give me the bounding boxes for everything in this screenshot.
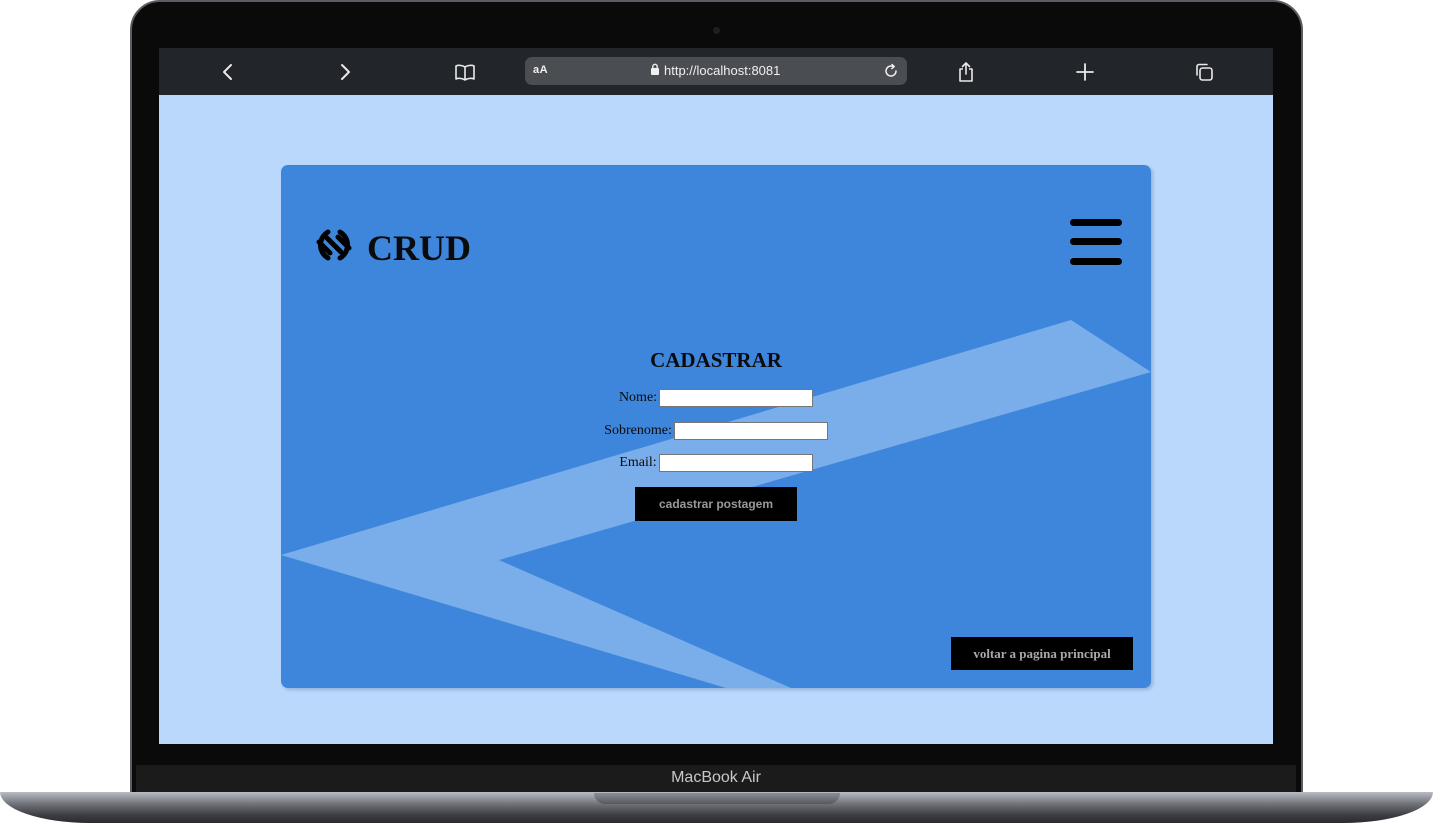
device-label: MacBook Air [671, 769, 761, 786]
browser-toolbar: aA http://localhost:8081 [159, 48, 1273, 95]
main-card: CRUD CADASTRAR Nome: Sobrenome: Email: c… [281, 165, 1151, 688]
logo[interactable]: CRUD [311, 222, 471, 273]
sobrenome-row: Sobrenome: [281, 422, 1151, 440]
laptop-notch [594, 793, 840, 804]
nome-input[interactable] [659, 389, 814, 407]
voltar-pagina-principal-button[interactable]: voltar a pagina principal [951, 637, 1133, 670]
url-text: http://localhost:8081 [664, 63, 781, 78]
nome-row: Nome: [281, 389, 1151, 407]
cadastrar-postagem-button[interactable]: cadastrar postagem [635, 487, 797, 521]
menu-icon[interactable] [1068, 217, 1124, 267]
new-tab-icon[interactable] [1073, 60, 1097, 84]
address-bar[interactable]: aA http://localhost:8081 [525, 57, 907, 85]
sobrenome-input[interactable] [673, 422, 828, 440]
share-icon[interactable] [954, 60, 978, 84]
laptop-chin: MacBook Air [136, 765, 1296, 795]
email-input[interactable] [658, 454, 813, 472]
sobrenome-label: Sobrenome: [604, 423, 672, 438]
lock-icon [650, 63, 660, 78]
text-size-button[interactable]: aA [533, 64, 548, 76]
back-icon[interactable] [216, 60, 240, 84]
camera [713, 27, 720, 34]
bookmarks-icon[interactable] [453, 60, 477, 84]
form-title: CADASTRAR [650, 348, 782, 372]
logo-text: CRUD [367, 227, 471, 268]
forward-icon[interactable] [333, 60, 357, 84]
email-label: Email: [619, 455, 657, 470]
reload-icon[interactable] [881, 61, 901, 81]
logo-icon [311, 222, 357, 273]
nome-label: Nome: [618, 390, 658, 405]
email-row: Email: [281, 454, 1151, 472]
tabs-icon[interactable] [1192, 60, 1216, 84]
screen: aA http://localhost:8081 CRUD CADASTRAR … [159, 48, 1273, 744]
